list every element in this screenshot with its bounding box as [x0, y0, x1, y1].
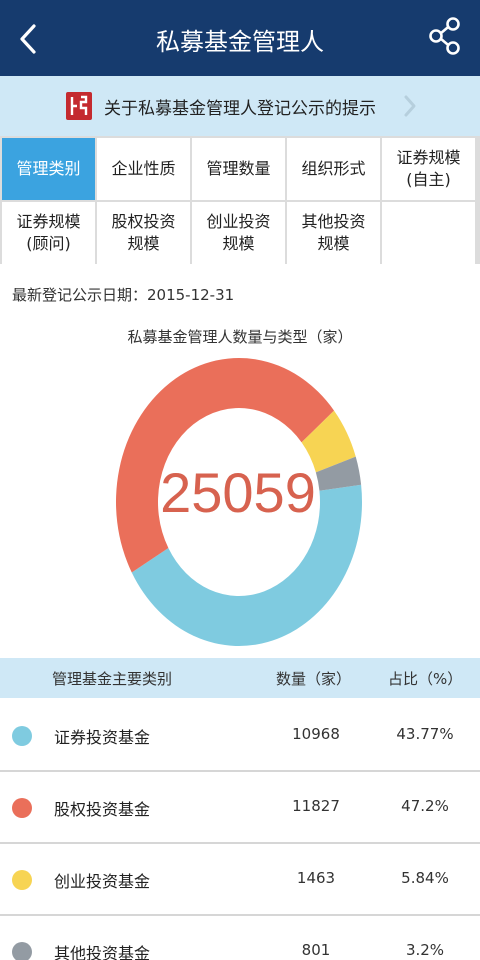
table-row[interactable]: 股权投资基金 11827 47.2% — [0, 772, 480, 844]
share-icon[interactable] — [428, 17, 462, 55]
row-name: 其他投资基金 — [54, 944, 151, 960]
tab-equity-investment-scale[interactable]: 股权投资 规模 — [97, 202, 190, 264]
seal-logo-icon — [66, 92, 92, 120]
table-header: 管理基金主要类别 数量（家） 占比（%） — [0, 658, 480, 698]
row-percent: 43.77% — [396, 725, 454, 743]
tab-other-investment-scale[interactable]: 其他投资 规模 — [287, 202, 380, 264]
header-category: 管理基金主要类别 — [52, 670, 173, 688]
app-header: 私募基金管理人 — [0, 0, 480, 76]
tab-management-category[interactable]: 管理类别 — [2, 138, 95, 200]
header-percent: 占比（%） — [388, 670, 463, 688]
tab-securities-scale-self[interactable]: 证券规模 (自主) — [382, 138, 475, 200]
row-name: 创业投资基金 — [54, 872, 151, 891]
tab-enterprise-nature[interactable]: 企业性质 — [97, 138, 190, 200]
chart-title: 私募基金管理人数量与类型（家） — [127, 328, 353, 346]
page-title: 私募基金管理人 — [156, 28, 324, 56]
row-percent: 47.2% — [401, 797, 449, 815]
table-row[interactable]: 证券投资基金 10968 43.77% — [0, 700, 480, 772]
legend-dot — [12, 798, 32, 818]
table-row[interactable]: 创业投资基金 1463 5.84% — [0, 844, 480, 916]
tab-securities-scale-advisor[interactable]: 证券规模 (顾问) — [2, 202, 95, 264]
row-name: 证券投资基金 — [54, 728, 151, 747]
notice-banner[interactable]: 关于私募基金管理人登记公示的提示 — [0, 76, 480, 136]
registration-date: 最新登记公示日期：2015-12-31 — [12, 286, 235, 304]
row-count: 11827 — [292, 797, 340, 815]
header-count: 数量（家） — [276, 670, 352, 688]
tab-organization-form[interactable]: 组织形式 — [287, 138, 380, 200]
category-tabs: 管理类别 企业性质 管理数量 组织形式 证券规模 (自主) 证券规模 (顾问) … — [0, 136, 480, 264]
row-name: 股权投资基金 — [54, 800, 151, 819]
row-count: 1463 — [296, 869, 336, 887]
notice-text[interactable]: 关于私募基金管理人登记公示的提示 — [104, 94, 376, 119]
legend-dot — [12, 870, 32, 890]
tab-management-count[interactable]: 管理数量 — [192, 138, 285, 200]
chart-total: 25059 — [160, 461, 316, 524]
row-percent: 5.84% — [401, 869, 449, 887]
chevron-right-icon[interactable] — [402, 94, 418, 118]
row-count: 801 — [301, 941, 331, 959]
tab-venture-investment-scale[interactable]: 创业投资 规模 — [192, 202, 285, 264]
row-percent: 3.2% — [405, 941, 445, 959]
row-count: 10968 — [292, 725, 340, 743]
legend-dot — [12, 726, 32, 746]
table-row[interactable]: 其他投资基金 801 3.2% — [0, 916, 480, 960]
legend-dot — [12, 942, 32, 960]
tab-empty-cell — [382, 202, 475, 264]
